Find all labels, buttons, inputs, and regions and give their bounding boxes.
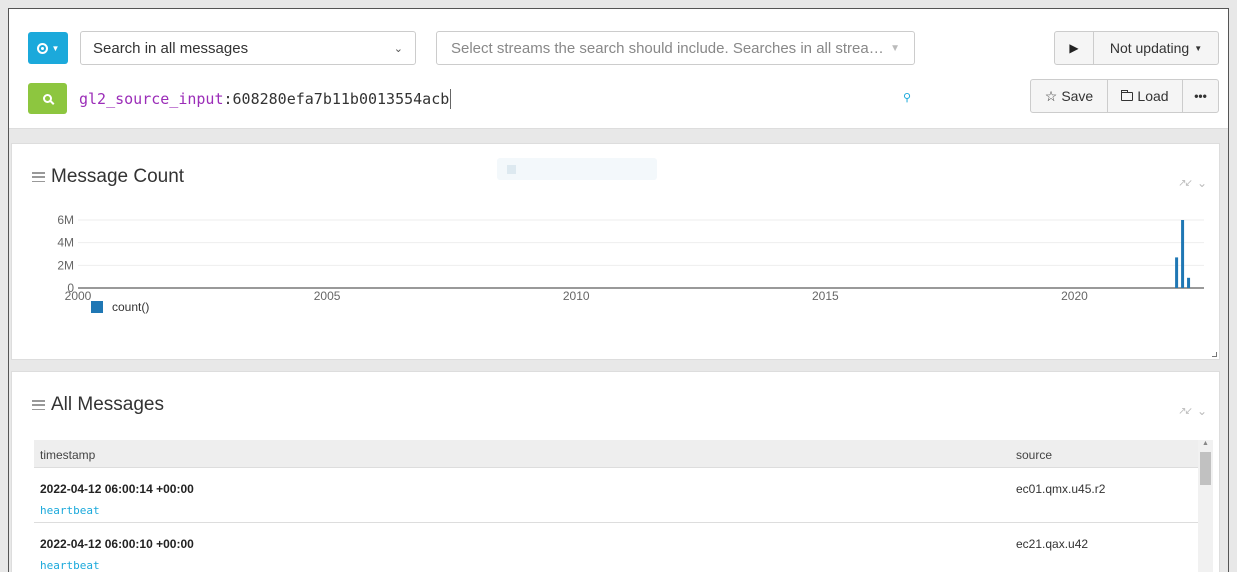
chevron-down-icon: ⌄ bbox=[393, 42, 403, 55]
legend-swatch bbox=[91, 301, 103, 313]
search-page: ▼ Search in all messages ⌄ Select stream… bbox=[8, 8, 1229, 572]
streams-placeholder: Select streams the search should include… bbox=[451, 39, 884, 57]
table-header: timestamp source bbox=[34, 440, 1198, 468]
row-source: ec21.qax.u42 bbox=[1016, 537, 1089, 551]
lightbulb-icon[interactable]: ⚲ bbox=[903, 91, 911, 104]
star-icon: ☆ bbox=[1044, 87, 1058, 104]
chart-bar bbox=[1181, 220, 1185, 288]
table-row[interactable]: 2022-04-12 06:00:10 +00:00 heartbeat ec2… bbox=[34, 523, 1198, 572]
resize-handle-icon[interactable] bbox=[1212, 352, 1217, 357]
chart-bar bbox=[1175, 257, 1179, 288]
streams-select[interactable]: Select streams the search should include… bbox=[436, 31, 915, 65]
more-actions-button[interactable]: ••• bbox=[1183, 80, 1218, 112]
refresh-controls: ▶ Not updating ▼ bbox=[1054, 31, 1219, 65]
row-message: heartbeat bbox=[40, 559, 100, 572]
play-button[interactable]: ▶ bbox=[1055, 32, 1094, 64]
widget-title: All Messages bbox=[51, 394, 164, 415]
save-button[interactable]: ☆ Save bbox=[1031, 80, 1108, 112]
time-range-button[interactable]: ▼ bbox=[28, 32, 68, 64]
caret-down-icon: ▼ bbox=[1194, 43, 1203, 53]
clock-icon bbox=[36, 42, 48, 54]
query-value: :608280efa7b11b0013554acb bbox=[223, 90, 450, 108]
x-tick-label: 2005 bbox=[314, 289, 341, 303]
table-scrollbar[interactable]: ▲ bbox=[1198, 440, 1213, 572]
compress-icon[interactable]: ↗↙ bbox=[1178, 406, 1193, 417]
message-count-chart: 02M4M6M2000 2005 2010 2015 2020 bbox=[57, 213, 1204, 303]
refresh-status-label: Not updating bbox=[1109, 40, 1190, 56]
row-message: heartbeat bbox=[40, 504, 100, 517]
y-tick-label: 6M bbox=[57, 213, 74, 227]
folder-icon bbox=[1121, 89, 1134, 101]
row-timestamp: 2022-04-12 06:00:14 +00:00 bbox=[40, 482, 194, 496]
search-type-select[interactable]: Search in all messages ⌄ bbox=[80, 31, 416, 65]
dropdown-arrow-icon: ▼ bbox=[890, 42, 900, 54]
search-submit-button[interactable] bbox=[28, 83, 67, 114]
widget-actions: ↗↙ ⌄ bbox=[1178, 404, 1207, 418]
more-label: ••• bbox=[1194, 89, 1207, 103]
widget-header[interactable]: All Messages bbox=[32, 394, 164, 416]
table-row[interactable]: 2022-04-12 06:00:14 +00:00 heartbeat ec0… bbox=[34, 468, 1198, 523]
scrollbar-thumb[interactable] bbox=[1200, 452, 1211, 485]
search-bar: ▼ Search in all messages ⌄ Select stream… bbox=[9, 9, 1228, 129]
x-tick-label: 2015 bbox=[812, 289, 839, 303]
load-label: Load bbox=[1137, 88, 1169, 104]
x-tick-label: 2020 bbox=[1061, 289, 1088, 303]
y-tick-label: 2M bbox=[57, 258, 74, 272]
y-tick-label: 4M bbox=[57, 236, 74, 250]
load-button[interactable]: Load bbox=[1108, 80, 1183, 112]
scroll-up-icon[interactable]: ▲ bbox=[1202, 440, 1209, 447]
drag-handle-icon[interactable] bbox=[32, 400, 45, 410]
query-field: gl2_source_input bbox=[79, 90, 224, 108]
search-icon bbox=[43, 94, 52, 103]
x-tick-label: 2000 bbox=[65, 289, 92, 303]
save-label: Save bbox=[1061, 88, 1094, 104]
query-input[interactable]: gl2_source_input:608280efa7b11b0013554ac… bbox=[79, 84, 452, 114]
x-tick-label: 2010 bbox=[563, 289, 590, 303]
legend-label: count() bbox=[112, 300, 150, 314]
text-cursor bbox=[450, 89, 452, 109]
saved-search-controls: ☆ Save Load ••• bbox=[1030, 79, 1219, 113]
all-messages-widget: All Messages ↗↙ ⌄ timestamp source 2022-… bbox=[11, 371, 1220, 572]
row-source: ec01.qmx.u45.r2 bbox=[1016, 482, 1106, 496]
refresh-interval-dropdown[interactable]: Not updating ▼ bbox=[1094, 32, 1218, 64]
chart-legend: count() bbox=[91, 300, 149, 314]
chevron-down-icon[interactable]: ⌄ bbox=[1197, 404, 1207, 418]
caret-down-icon: ▼ bbox=[51, 43, 60, 53]
column-header-source[interactable]: source bbox=[1016, 448, 1052, 462]
row-timestamp: 2022-04-12 06:00:10 +00:00 bbox=[40, 537, 194, 551]
play-icon: ▶ bbox=[1069, 41, 1079, 55]
column-header-timestamp[interactable]: timestamp bbox=[40, 448, 95, 462]
chart-bar bbox=[1187, 277, 1191, 288]
search-type-label: Search in all messages bbox=[93, 39, 249, 57]
message-count-widget: Message Count ↗↙ ⌄ 0 2M 4M 6M 2000 2005 2010 20… bbox=[11, 143, 1220, 360]
